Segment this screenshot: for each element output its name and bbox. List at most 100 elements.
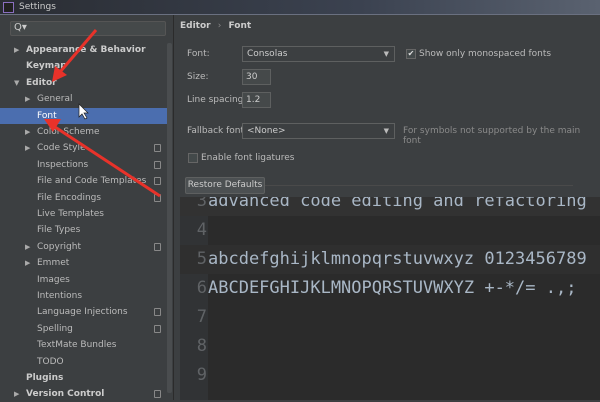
sidebar-item-inspections[interactable]: Inspections [0, 157, 168, 173]
sidebar-item-spelling[interactable]: Spelling [0, 321, 168, 337]
sidebar-item-plugins[interactable]: Plugins [0, 370, 168, 386]
project-copy-icon [154, 177, 161, 186]
sidebar-item-font[interactable]: Font [0, 107, 168, 124]
fallback-font-select[interactable]: <None> ▼ [242, 123, 395, 139]
sidebar-item-label: Language Injections [37, 307, 128, 318]
sidebar-item-code-style[interactable]: ▶ Code Style [0, 140, 168, 156]
collapsed-arrow-icon[interactable]: ▶ [25, 124, 30, 140]
size-input[interactable]: 30 [242, 69, 271, 85]
sidebar-item-label: Font [37, 110, 57, 121]
sidebar-item-intentions[interactable]: Intentions [0, 288, 168, 304]
collapsed-arrow-icon[interactable]: ▶ [25, 140, 30, 156]
collapsed-arrow-icon[interactable]: ▶ [25, 239, 30, 255]
sidebar-item-label: Intentions [37, 291, 83, 301]
preview-line: 9 [180, 361, 600, 390]
breadcrumb-parent[interactable]: Editor [180, 21, 211, 31]
sidebar-item-file-types[interactable]: File Types [0, 222, 168, 238]
fallback-hint: For symbols not supported by the main fo… [403, 126, 581, 146]
line-number: 4 [196, 220, 207, 240]
line-number: 7 [196, 307, 207, 327]
sidebar-item-appearance-behavior[interactable]: ▶ Appearance & Behavior [0, 42, 168, 58]
monospaced-checkbox[interactable]: ✔ [406, 49, 416, 59]
ligatures-label: Enable font ligatures [201, 153, 295, 163]
breadcrumb-separator: › [217, 21, 222, 31]
sidebar-item-label: Color Scheme [37, 127, 100, 137]
collapsed-arrow-icon[interactable]: ▶ [25, 91, 30, 107]
project-copy-icon [154, 160, 161, 169]
preview-line: 3advanced code editing and refactoring [180, 197, 600, 216]
breadcrumb: Editor › Font [180, 21, 251, 31]
sidebar-item-label: General [37, 94, 73, 105]
fallback-font-value: <None> [247, 126, 286, 136]
project-copy-icon [154, 308, 161, 317]
sidebar-item-label: Appearance & Behavior [26, 45, 146, 55]
sidebar-item-copyright[interactable]: ▶ Copyright [0, 239, 168, 255]
preview-line: 6ABCDEFGHIJKLMNOPQRSTUVWXYZ +-*/= .,; [180, 274, 600, 303]
line-number: 5 [196, 249, 207, 269]
sidebar-item-label: TODO [37, 356, 64, 367]
sidebar-item-label: Keymap [26, 61, 67, 72]
monospaced-label: Show only monospaced fonts [419, 49, 552, 59]
window-title: Settings [19, 2, 56, 12]
preview-line: 4 [180, 216, 600, 245]
sidebar-item-label: Live Templates [37, 209, 104, 219]
project-copy-icon [154, 324, 161, 333]
preview-line: 7 [180, 303, 600, 332]
sidebar-item-keymap[interactable]: Keymap [0, 58, 168, 74]
line-number: 3 [196, 197, 207, 211]
sidebar-item-general[interactable]: ▶ General [0, 91, 168, 107]
sidebar-item-todo[interactable]: TODO [0, 354, 168, 370]
line-text: advanced code editing and refactoring [208, 197, 587, 211]
preview-line: 5abcdefghijklmnopqrstuvwxyz 0123456789 [180, 245, 600, 274]
sidebar-item-file-and-code-templates[interactable]: File and Code Templates [0, 173, 168, 189]
sidebar-scrollbar[interactable] [167, 43, 172, 393]
fallback-font-label: Fallback font: [187, 126, 248, 136]
sidebar-item-label: Images [37, 274, 70, 285]
font-select[interactable]: Consolas ▼ [242, 46, 395, 62]
project-copy-icon [154, 242, 161, 251]
ligatures-checkbox[interactable] [188, 153, 198, 163]
sidebar-item-label: File Encodings [37, 192, 102, 203]
line-number: 9 [196, 365, 207, 385]
sidebar-item-live-templates[interactable]: Live Templates [0, 206, 168, 222]
line-text: ABCDEFGHIJKLMNOPQRSTUVWXYZ +-*/= .,; [208, 278, 577, 298]
search-icon: Q▾ [14, 22, 27, 33]
expanded-arrow-icon[interactable]: ▼ [14, 75, 19, 91]
line-number: 8 [196, 336, 207, 356]
sidebar-item-color-scheme[interactable]: ▶ Color Scheme [0, 124, 168, 140]
search-input[interactable]: Q▾ [10, 21, 166, 36]
chevron-down-icon: ▼ [383, 127, 389, 135]
sidebar-item-label: File Types [37, 225, 81, 236]
project-copy-icon [154, 193, 161, 202]
line-number: 6 [196, 278, 207, 298]
font-label: Font: [187, 49, 210, 59]
chevron-down-icon: ▼ [383, 50, 389, 58]
sidebar-item-textmate-bundles[interactable]: TextMate Bundles [0, 337, 168, 353]
sidebar-item-label: File and Code Templates [37, 176, 147, 187]
collapsed-arrow-icon[interactable]: ▶ [14, 42, 19, 58]
size-label: Size: [187, 72, 209, 82]
sidebar-item-file-encodings[interactable]: File Encodings [0, 190, 168, 206]
sidebar-item-label: Editor [26, 77, 57, 88]
preview-line: 8 [180, 332, 600, 361]
sidebar-item-label: Code Style [37, 143, 86, 154]
sidebar-item-label: Spelling [37, 323, 73, 334]
collapsed-arrow-icon[interactable]: ▶ [25, 255, 30, 271]
sidebar-item-emmet[interactable]: ▶ Emmet [0, 255, 168, 271]
check-icon: ✔ [407, 49, 415, 58]
project-copy-icon [154, 144, 161, 153]
sidebar-item-language-injections[interactable]: Language Injections [0, 304, 168, 320]
line-text: abcdefghijklmnopqrstuvwxyz 0123456789 [208, 249, 587, 269]
title-bar: Settings [0, 0, 600, 15]
font-preview-editor[interactable]: 3advanced code editing and refactoring 4 5… [180, 197, 600, 400]
breadcrumb-current: Font [228, 21, 252, 31]
sidebar-item-images[interactable]: Images [0, 272, 168, 288]
sidebar-item-label: Copyright [37, 241, 81, 252]
restore-defaults-button[interactable]: Restore Defaults [185, 177, 265, 194]
font-value: Consolas [247, 49, 288, 59]
sidebar-item-label: Emmet [37, 258, 70, 269]
app-logo-icon [3, 2, 14, 13]
font-settings-panel: Editor › Font Font: Consolas ▼ ✔ Show on… [175, 15, 600, 400]
sidebar-item-editor[interactable]: ▼ Editor [0, 75, 168, 91]
line-spacing-input[interactable]: 1.2 [242, 92, 271, 108]
